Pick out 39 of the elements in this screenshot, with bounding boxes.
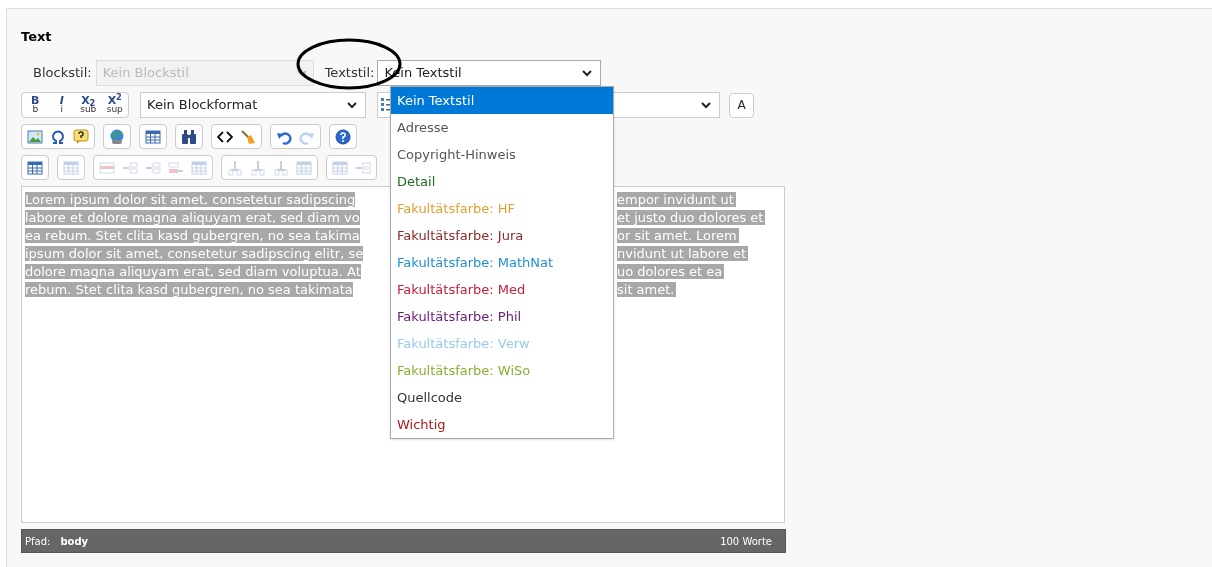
selected-text: ea rebum. Stet clita kasd gubergren, no sea takima (25, 228, 360, 243)
font-color-button[interactable]: A (729, 92, 754, 118)
field-label: Textstil: (324, 64, 375, 83)
chevron-icon (701, 101, 711, 109)
dropdown-option[interactable]: Fakultätsfarbe: Jura (391, 222, 613, 249)
selected-text: dolore magna aliquyam erat, sed diam voluptua. At (25, 264, 361, 279)
selected-text: et justo duo dolores et (617, 210, 766, 225)
selected-text: uo dolores et ea (617, 264, 725, 279)
numbered-list-icon (381, 97, 391, 113)
section-title: Text (21, 28, 53, 46)
dropdown-option[interactable]: Wichtig (391, 411, 613, 438)
selected-text: empor invidunt ut (617, 192, 736, 207)
selected-text: Lorem ipsum dolor sit amet, consetetur sadipscing (25, 192, 356, 207)
chevron-icon (296, 69, 307, 77)
selected-text: rebum. Stet clita kasd gubergren, no sea takimata (25, 282, 353, 297)
selected-text: sit amet. (617, 282, 677, 297)
dropdown-option[interactable]: Fakultätsfarbe: MathNat (391, 249, 613, 276)
dropdown-option[interactable]: Fakultätsfarbe: Phil (391, 303, 613, 330)
dropdown-option[interactable]: Kein Textstil (391, 87, 613, 114)
dropdown-option[interactable]: Quellcode (391, 384, 613, 411)
selected-text: labore et dolore magna aliquyam erat, sed diam vo (25, 210, 360, 225)
dropdown-option[interactable]: Adresse (391, 114, 613, 141)
selected-text: ipsum dolor sit amet, consetetur sadipscing elitr, se (25, 246, 364, 261)
chevron-icon (582, 69, 593, 77)
dropdown-option[interactable]: Fakultätsfarbe: Med (391, 276, 613, 303)
blockformat-select[interactable]: Kein Blockformat (140, 92, 366, 118)
format-button[interactable]: X$_{2}$ sub (76, 96, 101, 114)
format-button[interactable]: B b (23, 96, 48, 114)
selected-text: or sit amet. Lorem (617, 228, 739, 243)
path-label: Pfad: (25, 534, 51, 549)
field-label: Blockstil: (33, 64, 92, 83)
selected-text: nvidunt ut labore et (617, 246, 749, 261)
format-button[interactable]: I i (49, 96, 74, 114)
path-element[interactable]: body (60, 533, 89, 549)
dropdown-option[interactable]: Copyright-Hinweis (391, 141, 613, 168)
question-bubble-icon[interactable] (71, 126, 91, 147)
chevron-icon (347, 101, 357, 109)
word-count: 100 Worte (720, 534, 772, 549)
dropdown-option[interactable]: Detail (391, 168, 613, 195)
